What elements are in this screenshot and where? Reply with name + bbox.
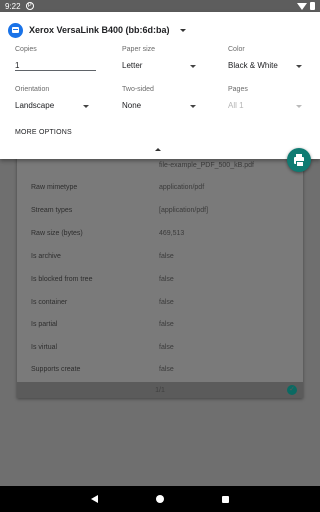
paper-size-label: Paper size [122,46,156,53]
pages-label: Pages [228,86,248,93]
two-sided-label: Two-sided [122,86,154,93]
navigation-bar [0,486,320,512]
chevron-down-icon [83,104,89,108]
document-preview: file-example_PDF_500_kB.pdf Raw mimetype… [17,152,303,398]
row-value: false [159,343,174,351]
table-row: Is partial false [17,313,303,335]
chevron-up-icon[interactable] [155,148,161,151]
table-row: Is blocked from tree false [17,268,303,290]
print-button[interactable] [287,148,311,172]
home-icon[interactable] [156,495,164,503]
chevron-down-icon [179,28,186,32]
printer-name: Xerox VersaLink B400 (bb:6d:ba) [29,25,170,35]
status-icons [297,2,315,10]
two-sided-field: Two-sided None [122,86,196,111]
row-value: false [159,275,174,283]
color-value: Black & White [228,61,278,70]
row-value: false [159,298,174,306]
row-key: Is partial [31,320,58,328]
row-key: Is virtual [31,343,58,351]
copies-input[interactable]: 1 [15,61,96,71]
table-row: Is virtual false [17,336,303,358]
row-key: Raw mimetype [31,183,78,191]
printer-selector[interactable]: Xerox VersaLink B400 (bb:6d:ba) [8,20,186,40]
two-sided-select[interactable]: None [122,101,196,111]
row-key: Is archive [31,252,61,260]
table-row: Supports create false [17,358,303,380]
status-time: 9:22 [5,1,21,11]
paper-size-value: Letter [122,61,143,70]
notification-icon: P [25,2,34,10]
row-value: 469,513 [159,229,185,237]
wifi-icon [297,2,307,10]
row-key: Is container [31,298,68,306]
color-field: Color Black & White [228,46,302,71]
orientation-field: Orientation Landscape [15,86,89,111]
back-icon[interactable] [91,495,98,503]
page-footer: 1/1 ✓ [17,382,303,398]
print-icon [294,153,304,167]
row-value: application/pdf [159,183,205,191]
paper-size-select[interactable]: Letter [122,61,196,71]
two-sided-value: None [122,101,142,110]
print-options-panel: Xerox VersaLink B400 (bb:6d:ba) Copies 1… [0,12,320,159]
row-value: false [159,252,174,260]
table-row: Is container false [17,291,303,313]
orientation-value: Landscape [15,101,55,110]
row-value: [application/pdf] [159,206,209,214]
page-indicator: 1/1 [155,386,165,394]
status-bar: 9:22 P [0,0,320,12]
chevron-down-icon [190,64,196,68]
row-key: Stream types [31,206,73,214]
orientation-label: Orientation [15,86,50,93]
printer-icon [8,22,23,38]
paper-size-field: Paper size Letter [122,46,196,71]
row-value: false [159,320,174,328]
color-label: Color [228,46,245,53]
chevron-down-icon [296,64,302,68]
table-row: Is archive false [17,245,303,267]
pages-value: All 1 [228,101,244,110]
pages-field: Pages All 1 [228,86,302,111]
table-row: Raw mimetype application/pdf [17,176,303,198]
battery-icon [310,2,315,10]
document-filename: file-example_PDF_500_kB.pdf [159,161,254,169]
page-selected-check-icon[interactable]: ✓ [287,385,297,395]
row-key: Raw size (bytes) [31,229,83,237]
copies-label: Copies [15,46,37,53]
chevron-down-icon [190,104,196,108]
table-row: Stream types [application/pdf] [17,199,303,221]
chevron-down-icon [296,104,302,108]
row-key: Supports create [31,365,81,373]
orientation-select[interactable]: Landscape [15,101,89,111]
color-select[interactable]: Black & White [228,61,302,71]
copies-field: Copies 1 [15,46,96,71]
row-key: Is blocked from tree [31,275,93,283]
recents-icon[interactable] [222,495,229,503]
table-row: Raw size (bytes) 469,513 [17,222,303,244]
pages-select: All 1 [228,101,302,111]
row-value: false [159,365,174,373]
more-options-button[interactable]: MORE OPTIONS [15,129,72,136]
